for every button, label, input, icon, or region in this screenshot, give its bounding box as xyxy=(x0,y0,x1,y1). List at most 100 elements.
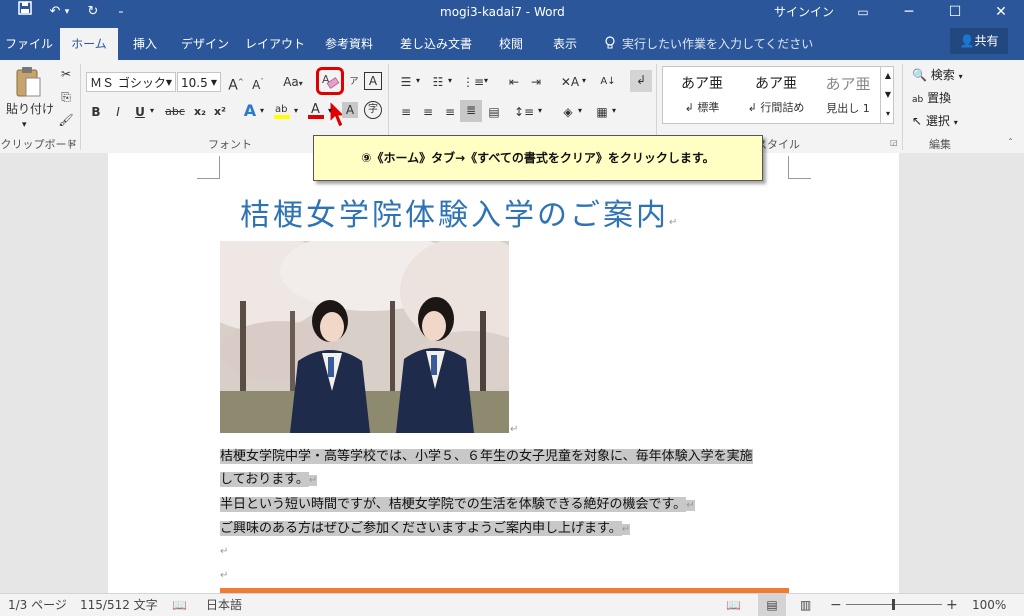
underline-button[interactable]: U xyxy=(130,102,150,122)
web-layout-icon[interactable]: ▥ xyxy=(800,594,811,616)
maximize-button[interactable]: ☐ xyxy=(932,0,978,24)
clipboard-paste-icon[interactable] xyxy=(14,66,44,98)
decrease-indent-icon[interactable]: ⇤ xyxy=(504,72,524,92)
style-no-spacing[interactable]: あア亜 ↲ 行間詰め xyxy=(741,73,811,115)
clipboard-launcher-icon[interactable]: ◲ xyxy=(68,138,76,147)
tab-review[interactable]: 校閲 xyxy=(488,24,534,60)
numbering-icon[interactable]: ☷ xyxy=(428,72,448,92)
page-count[interactable]: 1/3 ページ xyxy=(8,594,67,616)
tell-me-input[interactable]: 実行したい作業を入力してください xyxy=(622,24,813,64)
character-border-icon[interactable]: A xyxy=(364,72,382,90)
body-paragraph-2[interactable]: 半日という短い時間ですが、桔梗女学院での生活を体験できる絶好の機会です。↵ xyxy=(220,493,695,517)
underline-dropdown-icon[interactable]: ▾ xyxy=(150,106,154,115)
styles-scroll[interactable]: ▲ ▼ ▾ xyxy=(880,66,895,124)
ribbon-display-options-icon[interactable]: ▭ xyxy=(840,0,886,24)
zoom-in-icon[interactable]: + xyxy=(946,594,958,616)
bold-button[interactable]: B xyxy=(86,102,106,122)
shading-icon[interactable]: ◈ xyxy=(558,102,578,122)
shading-dropdown-icon[interactable]: ▾ xyxy=(578,106,582,115)
highlight-color-icon[interactable]: ab xyxy=(272,100,292,120)
phonetic-guide-icon[interactable]: ア xyxy=(344,72,364,92)
tab-home[interactable]: ホーム xyxy=(60,28,118,60)
show-marks-icon[interactable]: ↲ xyxy=(630,70,652,92)
bullets-icon[interactable]: ☰ xyxy=(396,72,416,92)
numbering-dropdown-icon[interactable]: ▾ xyxy=(448,76,452,85)
text-effects-dropdown-icon[interactable]: ▾ xyxy=(260,106,264,115)
photo-two-students[interactable] xyxy=(220,241,509,433)
line-spacing-dropdown-icon[interactable]: ▾ xyxy=(538,106,542,115)
minimize-button[interactable]: ─ xyxy=(886,0,932,24)
select-button[interactable]: ↖ 選択 ▾ xyxy=(912,112,958,129)
italic-button[interactable]: I xyxy=(108,102,128,122)
body-paragraph-3[interactable]: ご興味のある方はぜひご参加くださいますようご案内申し上げます。↵ xyxy=(220,517,631,541)
vertical-scrollbar[interactable] xyxy=(1008,153,1024,593)
body-paragraph-1-cont[interactable]: しております。↵ xyxy=(220,468,318,492)
undo-dropdown-icon[interactable]: ▾ xyxy=(62,1,72,23)
tab-layout[interactable]: レイアウト xyxy=(244,24,306,60)
multilevel-list-icon[interactable]: ⋮≡ xyxy=(462,72,484,92)
zoom-out-icon[interactable]: − xyxy=(830,594,842,616)
font-color-icon[interactable]: A xyxy=(306,100,326,120)
close-button[interactable]: ✕ xyxy=(978,0,1024,24)
read-mode-icon[interactable]: 📖 xyxy=(726,594,741,616)
body-paragraph-1[interactable]: 桔梗女学院中学・高等学校では、小学５、６年生の女子児童を対象に、毎年体験入学を実… xyxy=(220,445,753,468)
proofing-icon[interactable]: 📖 xyxy=(172,594,187,616)
asian-layout-icon[interactable]: ✕A xyxy=(560,72,580,92)
multilevel-dropdown-icon[interactable]: ▾ xyxy=(484,76,488,85)
character-shading-icon[interactable]: A xyxy=(342,102,358,118)
borders-icon[interactable]: ▦ xyxy=(592,102,612,122)
enclose-characters-icon[interactable]: 字 xyxy=(364,101,382,119)
tab-file[interactable]: ファイル xyxy=(0,24,58,60)
subscript-button[interactable]: x₂ xyxy=(190,102,210,122)
highlight-dropdown-icon[interactable]: ▾ xyxy=(294,106,298,115)
sort-icon[interactable]: A↓ xyxy=(598,72,618,92)
align-center-icon[interactable]: ≡ xyxy=(418,102,438,122)
align-right-icon[interactable]: ≡ xyxy=(440,102,460,122)
document-title[interactable]: 桔梗女学院体験入学のご案内↵ xyxy=(240,190,680,234)
redo-icon[interactable]: ↻ xyxy=(82,1,104,23)
styles-launcher-icon[interactable]: ◲ xyxy=(890,138,898,147)
font-name-combo[interactable]: ＭＳ ゴシック ▼ xyxy=(86,72,176,92)
clear-all-formatting-button[interactable]: A xyxy=(316,67,344,95)
print-layout-icon[interactable]: ▤ xyxy=(758,594,786,616)
tab-view[interactable]: 表示 xyxy=(542,24,588,60)
justify-icon[interactable]: ≣ xyxy=(460,100,482,122)
tab-insert[interactable]: 挿入 xyxy=(120,24,170,60)
tab-mailings[interactable]: 差し込み文書 xyxy=(394,24,478,60)
superscript-button[interactable]: x² xyxy=(210,102,230,122)
paste-dropdown-icon[interactable]: ▾ xyxy=(22,120,27,130)
zoom-level[interactable]: 100% xyxy=(972,594,1006,616)
style-heading-1[interactable]: あア亜 見出し 1 xyxy=(813,73,883,116)
tab-design[interactable]: デザイン xyxy=(176,24,234,60)
cut-icon[interactable]: ✂ xyxy=(56,64,76,84)
save-icon[interactable] xyxy=(14,1,36,23)
style-normal[interactable]: あア亜 ↲ 標準 xyxy=(667,73,737,115)
share-button[interactable]: 👤共有 xyxy=(950,28,1008,54)
asian-layout-dropdown-icon[interactable]: ▾ xyxy=(582,76,586,85)
language-indicator[interactable]: 日本語 xyxy=(206,594,242,616)
font-color-dropdown-icon[interactable]: ▾ xyxy=(328,106,332,115)
replace-button[interactable]: ab 置換 xyxy=(912,89,951,106)
line-spacing-icon[interactable]: ↕≡ xyxy=(514,102,534,122)
tab-references[interactable]: 参考資料 xyxy=(316,24,382,60)
bullets-dropdown-icon[interactable]: ▾ xyxy=(416,76,420,85)
collapse-ribbon-icon[interactable]: ˆ xyxy=(1008,138,1013,149)
find-button[interactable]: 🔍 検索 ▾ xyxy=(912,66,963,83)
shrink-font-icon[interactable]: Aˇ xyxy=(248,72,268,92)
align-left-icon[interactable]: ≡ xyxy=(396,102,416,122)
customize-qat-icon[interactable]: ₌ xyxy=(110,1,132,23)
borders-dropdown-icon[interactable]: ▾ xyxy=(612,106,616,115)
zoom-slider-thumb[interactable] xyxy=(892,599,895,610)
word-count[interactable]: 115/512 文字 xyxy=(80,594,158,616)
signin-link[interactable]: サインイン xyxy=(774,0,834,24)
copy-icon[interactable]: ⎘ xyxy=(56,87,76,107)
format-painter-icon[interactable]: 🖌 xyxy=(56,110,76,130)
increase-indent-icon[interactable]: ⇥ xyxy=(526,72,546,92)
strikethrough-button[interactable]: abc xyxy=(162,102,188,122)
font-size-combo[interactable]: 10.5 ▼ xyxy=(177,72,221,92)
distributed-icon[interactable]: ▤ xyxy=(484,102,504,122)
paste-button[interactable]: 貼り付け xyxy=(6,100,54,117)
change-case-button[interactable]: Aa▾ xyxy=(278,72,308,92)
grow-font-icon[interactable]: A^ xyxy=(226,72,246,94)
text-effects-icon[interactable]: A xyxy=(240,101,260,121)
